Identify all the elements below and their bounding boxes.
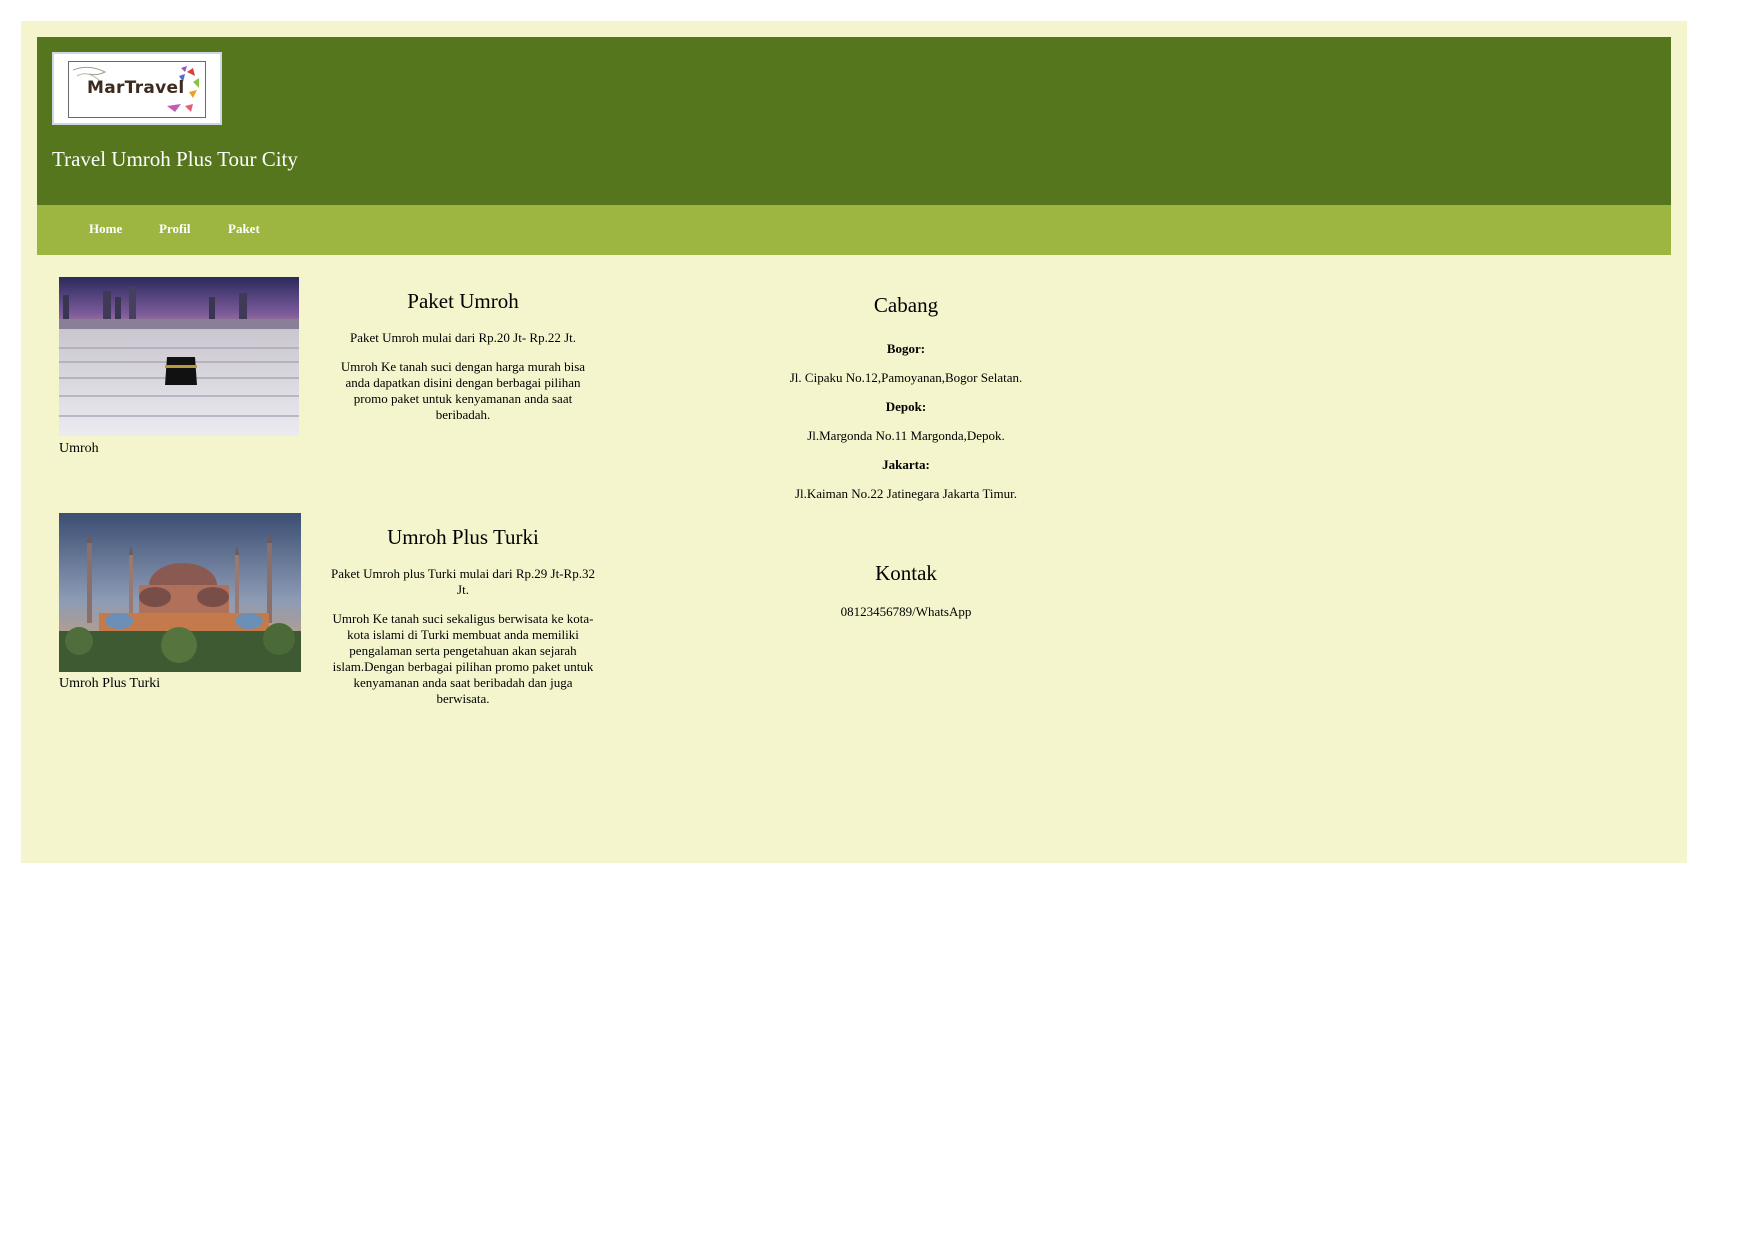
site-title: Travel Umroh Plus Tour City — [52, 147, 298, 171]
package-umroh: Paket Umroh Paket Umroh mulai dari Rp.20… — [330, 289, 596, 423]
contact-phone[interactable]: 08123456789/WhatsApp — [756, 604, 1056, 620]
package-turki-title: Umroh Plus Turki — [387, 525, 539, 549]
nav-home-link[interactable]: Home — [89, 221, 122, 237]
contact-title: Kontak — [875, 561, 937, 585]
logo[interactable]: MarTravel — [52, 52, 222, 125]
kaaba-photo-icon — [59, 277, 299, 436]
package-umroh-title: Paket Umroh — [407, 289, 519, 313]
package-umroh-price: Paket Umroh mulai dari Rp.20 Jt- Rp.22 J… — [349, 330, 577, 345]
contact-section: Kontak 08123456789/WhatsApp — [756, 561, 1056, 619]
nav-profil-link[interactable]: Profil — [159, 221, 191, 237]
branch-jakarta-address: Jl.Kaiman No.22 Jatinegara Jakarta Timur… — [794, 486, 1018, 501]
page-container: MarTravel Travel Umroh Plus Tour City Ho… — [21, 21, 1687, 863]
package-turki-price: Paket Umroh plus Turki mulai dari Rp.29 … — [331, 566, 595, 597]
turki-mosque-image — [59, 513, 301, 672]
umroh-kaaba-image — [59, 277, 299, 436]
turki-caption: Umroh Plus Turki — [59, 676, 161, 691]
site-header: MarTravel Travel Umroh Plus Tour City — [37, 37, 1671, 205]
logo-frame: MarTravel — [68, 61, 206, 118]
branch-jakarta-name: Jakarta: — [882, 457, 930, 472]
package-turki: Umroh Plus Turki Paket Umroh plus Turki … — [330, 525, 596, 707]
package-turki-description: Umroh Ke tanah suci sekaligus berwisata … — [332, 611, 594, 706]
nav-paket-link[interactable]: Paket — [228, 221, 260, 237]
branch-bogor-name: Bogor: — [886, 341, 926, 356]
branches-section: Cabang Bogor: Jl. Cipaku No.12,Pamoyanan… — [756, 293, 1056, 501]
umroh-caption: Umroh — [59, 441, 99, 456]
package-umroh-description: Umroh Ke tanah suci dengan harga murah b… — [340, 359, 586, 422]
branch-depok-address: Jl.Margonda No.11 Margonda,Depok. — [807, 428, 1005, 443]
mosque-photo-icon — [59, 513, 301, 672]
branches-title: Cabang — [873, 293, 939, 317]
branch-depok-name: Depok: — [885, 399, 927, 414]
logo-text: MarTravel — [87, 78, 185, 98]
branch-bogor-address: Jl. Cipaku No.12,Pamoyanan,Bogor Selatan… — [789, 370, 1023, 385]
main-nav: Home Profil Paket — [37, 205, 1671, 255]
